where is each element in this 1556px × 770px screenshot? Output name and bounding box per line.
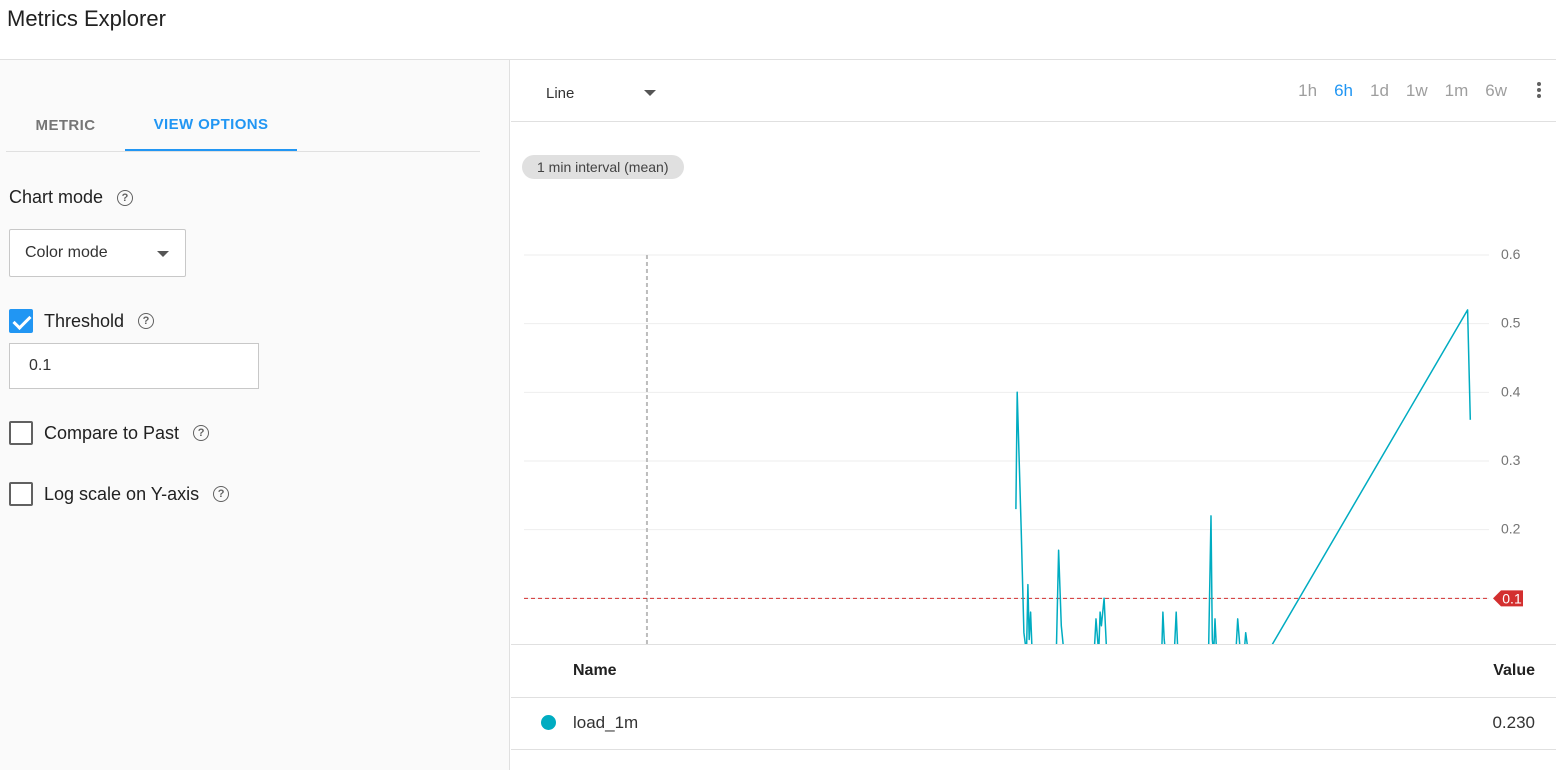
chart-mode-row: Chart mode ?	[9, 187, 134, 208]
tab-metric[interactable]: METRIC	[6, 100, 125, 151]
threshold-row: Threshold ?	[9, 309, 155, 333]
help-icon[interactable]: ?	[193, 425, 210, 441]
line-chart[interactable]: 00.20.30.40.50.66:307 PM7:308 PM8:309 PM…	[511, 120, 1556, 644]
y-tick-label: 0.5	[1501, 315, 1521, 331]
value-column-header: Value	[1493, 662, 1535, 679]
y-tick-label: 0.2	[1501, 521, 1521, 537]
chevron-down-icon[interactable]	[644, 90, 656, 96]
chart-panel: Line 1h 6h 1d 1w 1m 6w 1 min interval (mean) …	[511, 60, 1556, 770]
log-scale-checkbox[interactable]	[9, 482, 33, 506]
series-value: 0.230	[1492, 713, 1535, 732]
top-bar: Metrics Explorer	[0, 0, 1556, 60]
chart-type-select[interactable]: Line	[546, 85, 574, 102]
chart-mode-label: Chart mode	[9, 187, 104, 207]
more-vert-icon[interactable]	[1536, 82, 1542, 100]
legend-header: Name Value	[511, 644, 1556, 698]
series-color-dot	[541, 715, 556, 730]
range-6h[interactable]: 6h	[1334, 81, 1353, 101]
options-panel: METRIC VIEW OPTIONS Chart mode ? Color m…	[0, 60, 510, 770]
compare-row: Compare to Past ?	[9, 421, 210, 445]
threshold-label: Threshold	[44, 310, 125, 331]
range-1m[interactable]: 1m	[1445, 81, 1469, 101]
y-tick-label: 0.4	[1501, 383, 1521, 399]
y-tick-label: 0.6	[1501, 246, 1521, 262]
log-scale-label: Log scale on Y-axis	[44, 483, 200, 504]
legend-table: Name Value load_1m 0.230	[511, 644, 1556, 750]
compare-checkbox[interactable]	[9, 421, 33, 445]
app-title: Metrics Explorer	[7, 6, 166, 31]
range-1d[interactable]: 1d	[1370, 81, 1389, 101]
legend-row[interactable]: load_1m 0.230	[511, 698, 1556, 750]
help-icon[interactable]: ?	[117, 189, 134, 206]
log-scale-row: Log scale on Y-axis ?	[9, 482, 230, 506]
range-1h[interactable]: 1h	[1298, 81, 1317, 101]
chevron-down-icon	[157, 251, 169, 257]
range-6w[interactable]: 6w	[1485, 81, 1507, 101]
chart-toolbar: Line 1h 6h 1d 1w 1m 6w	[511, 60, 1556, 122]
compare-label: Compare to Past	[44, 422, 180, 443]
threshold-checkbox[interactable]	[9, 309, 33, 333]
range-1w[interactable]: 1w	[1406, 81, 1428, 101]
chart-mode-value: Color mode	[25, 244, 108, 261]
chart-mode-select[interactable]: Color mode	[9, 229, 186, 277]
time-range-selector: 1h 6h 1d 1w 1m 6w	[1281, 81, 1507, 101]
threshold-input[interactable]	[9, 343, 259, 389]
help-icon[interactable]: ?	[213, 486, 230, 502]
tab-view-options[interactable]: VIEW OPTIONS	[125, 100, 297, 151]
help-icon[interactable]: ?	[138, 313, 155, 329]
series-name: load_1m	[573, 713, 639, 732]
tab-bar: METRIC VIEW OPTIONS	[6, 100, 480, 152]
series-line-load_1m	[1015, 309, 1472, 644]
name-column-header: Name	[573, 662, 617, 679]
y-tick-label: 0.3	[1501, 452, 1521, 468]
threshold-badge-label: 0.1	[1502, 590, 1522, 606]
